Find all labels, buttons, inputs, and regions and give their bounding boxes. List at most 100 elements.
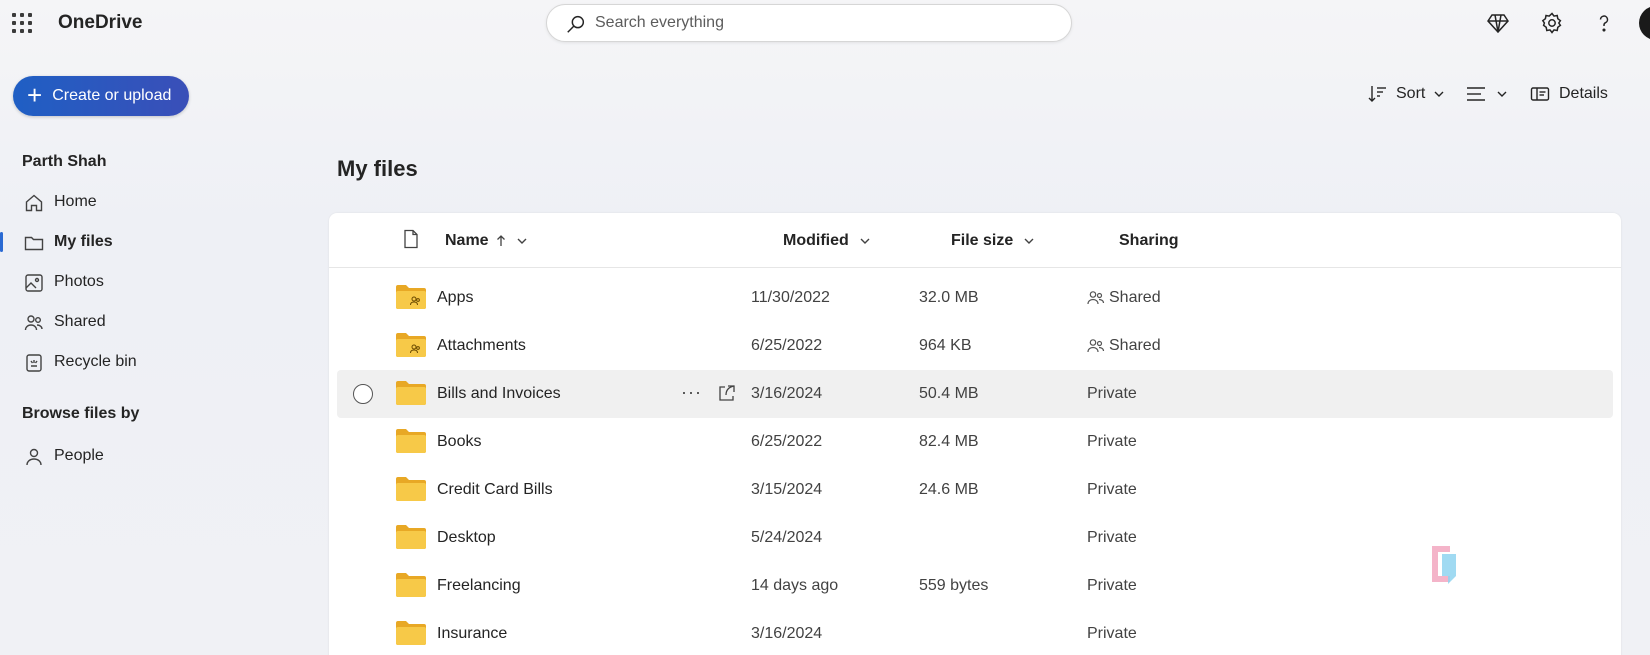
sidebar-item-recycle-bin[interactable]: Recycle bin (0, 344, 300, 380)
avatar[interactable] (1639, 6, 1650, 40)
file-list-header: Name Modified File size Sharing (329, 213, 1621, 268)
sidebar-item-label: Shared (54, 313, 106, 330)
chevron-down-icon (860, 238, 870, 244)
share-icon[interactable] (717, 384, 737, 402)
sharing-status: Private (1087, 433, 1137, 451)
column-file-size-label: File size (951, 232, 1014, 249)
folder-icon (396, 429, 426, 453)
sort-icon (1368, 86, 1386, 102)
table-row[interactable]: Books 6/25/2022 82.4 MB Private (337, 418, 1613, 466)
app-launcher-icon[interactable] (12, 13, 32, 33)
modified-date: 3/16/2024 (751, 385, 823, 402)
column-header-file-size[interactable]: File size (951, 232, 1035, 250)
file-name[interactable]: Bills and Invoices (437, 385, 561, 403)
details-button[interactable]: Details (1530, 84, 1608, 104)
chevron-down-icon (1024, 238, 1034, 244)
modified-date: 3/15/2024 (751, 481, 823, 498)
sharing-status: Shared (1087, 289, 1161, 307)
sidebar-item-my-files[interactable]: My files (0, 224, 300, 260)
sharing-status: Private (1087, 385, 1137, 403)
file-name[interactable]: Insurance (437, 625, 507, 643)
column-sharing-label: Sharing (1119, 232, 1179, 249)
create-or-upload-button[interactable]: + Create or upload (13, 76, 189, 116)
chevron-down-icon (517, 238, 527, 244)
sharing-status: Private (1087, 577, 1137, 595)
file-size: 24.6 MB (919, 481, 979, 498)
sidebar-item-label: Home (54, 193, 97, 210)
sidebar-item-label: Recycle bin (54, 353, 137, 370)
people-icon (24, 315, 43, 331)
person-icon (26, 448, 42, 466)
shared-people-icon (1087, 291, 1105, 305)
table-row[interactable]: Insurance 3/16/2024 Private (337, 610, 1613, 655)
modified-date: 6/25/2022 (751, 337, 823, 354)
sidebar-item-label: Photos (54, 273, 104, 290)
chevron-down-icon (1497, 91, 1507, 97)
settings-gear-icon[interactable] (1540, 11, 1564, 35)
help-icon[interactable] (1592, 11, 1616, 35)
more-options-icon[interactable]: ··· (681, 382, 702, 403)
folder-icon (396, 381, 426, 405)
shared-people-icon (1087, 339, 1105, 353)
sidebar-item-label: People (54, 447, 104, 464)
shared-folder-icon (396, 333, 426, 357)
file-name[interactable]: Apps (437, 289, 473, 307)
app-title[interactable]: OneDrive (58, 12, 142, 34)
sidebar-item-people[interactable]: People (0, 438, 300, 474)
file-size: 82.4 MB (919, 433, 979, 450)
row-select-checkbox[interactable] (353, 384, 373, 404)
top-bar: OneDrive Search everything (0, 0, 1650, 46)
sharing-label: Private (1087, 625, 1137, 642)
modified-date: 11/30/2022 (751, 289, 830, 306)
modified-date: 3/16/2024 (751, 625, 823, 642)
sort-ascending-icon (496, 235, 505, 246)
user-name: Parth Shah (22, 153, 107, 170)
table-row[interactable]: Bills and Invoices ··· 3/16/2024 50.4 MB… (337, 370, 1613, 418)
file-name[interactable]: Attachments (437, 337, 526, 355)
table-row[interactable]: Desktop 5/24/2024 Private (337, 514, 1613, 562)
view-options-button[interactable] (1466, 84, 1508, 104)
column-header-modified[interactable]: Modified (783, 232, 871, 250)
table-row[interactable]: Attachments 6/25/2022 964 KB Shared (337, 322, 1613, 370)
modified-date: 14 days ago (751, 577, 839, 594)
sidebar-item-shared[interactable]: Shared (0, 304, 300, 340)
modified-date: 5/24/2024 (751, 529, 823, 546)
file-size: 559 bytes (919, 577, 989, 594)
column-name-label: Name (445, 232, 489, 249)
file-name[interactable]: Desktop (437, 529, 496, 547)
sharing-status: Shared (1087, 337, 1161, 355)
search-box[interactable]: Search everything (546, 4, 1072, 42)
file-size: 32.0 MB (919, 289, 979, 306)
folder-icon (396, 621, 426, 645)
page-title: My files (337, 156, 418, 181)
search-input[interactable]: Search everything (595, 14, 724, 32)
file-name[interactable]: Books (437, 433, 481, 451)
details-label: Details (1559, 85, 1608, 102)
sharing-status: Private (1087, 625, 1137, 643)
create-button-label: Create or upload (52, 87, 172, 104)
folder-icon (396, 525, 426, 549)
column-modified-label: Modified (783, 232, 849, 249)
premium-diamond-icon[interactable] (1486, 11, 1510, 35)
onedrive-app: OneDrive Search everything + Create or u… (0, 0, 1650, 655)
sidebar-item-photos[interactable]: Photos (0, 264, 300, 300)
sort-button[interactable]: Sort (1368, 84, 1445, 104)
column-header-sharing[interactable]: Sharing (1119, 232, 1179, 250)
table-row[interactable]: Apps 11/30/2022 32.0 MB Shared (337, 274, 1613, 322)
shared-folder-icon (396, 285, 426, 309)
file-name[interactable]: Freelancing (437, 577, 521, 595)
file-type-icon[interactable] (402, 229, 420, 249)
sharing-label: Private (1087, 577, 1137, 594)
column-header-name[interactable]: Name (445, 232, 528, 250)
xda-watermark-logo (1432, 545, 1567, 584)
sharing-label: Private (1087, 481, 1137, 498)
file-name[interactable]: Credit Card Bills (437, 481, 553, 499)
home-icon (25, 194, 43, 212)
file-list: Name Modified File size Sharing Apps 11/… (329, 213, 1621, 655)
folder-icon (396, 477, 426, 501)
table-row[interactable]: Credit Card Bills 3/15/2024 24.6 MB Priv… (337, 466, 1613, 514)
sidebar-item-home[interactable]: Home (0, 184, 300, 220)
table-row[interactable]: Freelancing 14 days ago 559 bytes Privat… (337, 562, 1613, 610)
folder-icon (24, 236, 44, 251)
sharing-status: Private (1087, 481, 1137, 499)
